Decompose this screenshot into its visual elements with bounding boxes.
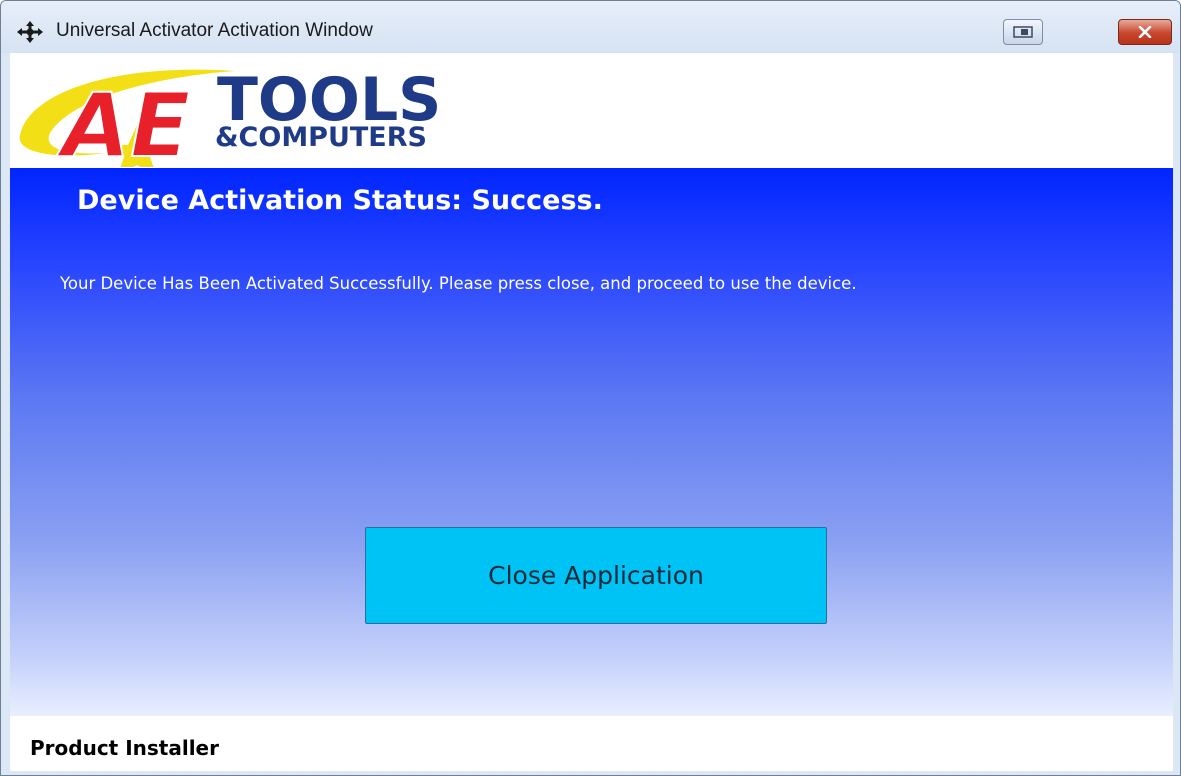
product-installer-label: Product Installer <box>30 736 219 760</box>
restore-button[interactable] <box>1003 19 1043 45</box>
client-area: AE TOOLS &COMPUTERS Device Activation St… <box>10 53 1173 771</box>
logo-header: AE TOOLS &COMPUTERS <box>10 53 1173 168</box>
close-application-button[interactable]: Close Application <box>365 527 827 624</box>
move-arrows-icon <box>16 20 44 44</box>
ae-tools-logo: AE TOOLS &COMPUTERS <box>19 65 441 167</box>
window-close-button[interactable] <box>1118 19 1172 45</box>
title-bar[interactable]: Universal Activator Activation Window <box>1 1 1180 53</box>
close-x-icon <box>1138 23 1152 42</box>
status-panel: Device Activation Status: Success. Your … <box>10 168 1173 716</box>
restore-icon <box>1013 23 1033 42</box>
logo-monogram: AE <box>56 74 190 167</box>
window-title: Universal Activator Activation Window <box>56 20 373 41</box>
footer: Product Installer <box>10 716 1173 771</box>
status-message: Your Device Has Been Activated Successfu… <box>60 274 857 293</box>
logo-line2: &COMPUTERS <box>215 122 427 153</box>
activation-window: Universal Activator Activation Window AE… <box>0 0 1181 776</box>
status-title: Device Activation Status: Success. <box>77 185 603 216</box>
